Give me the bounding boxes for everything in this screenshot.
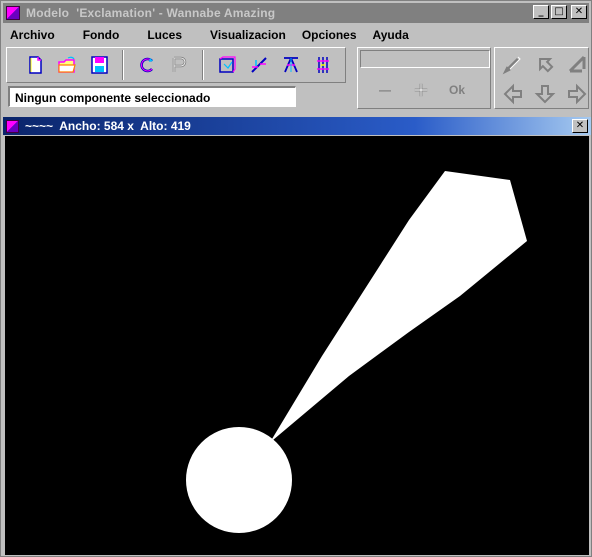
exclamation-dot-shape (186, 427, 292, 533)
file-tool-group (15, 50, 119, 80)
up-left-arrow-icon (502, 56, 521, 75)
selection-status-field: Ningun componente seleccionado (8, 86, 296, 107)
minus-button[interactable]: — (370, 80, 400, 100)
open-file-button[interactable] (53, 51, 81, 79)
move-toolbar (494, 47, 589, 109)
toolbar-separator (202, 50, 204, 80)
viewport-title-bar[interactable]: ~~~~ Ancho: 584 x Alto: 419 ✕ (3, 117, 591, 135)
right-arrow-icon (568, 83, 587, 105)
menu-ayuda[interactable]: Ayuda (365, 28, 417, 42)
plus-button[interactable] (406, 80, 436, 100)
measure-button[interactable] (245, 51, 273, 79)
title-bar[interactable]: Modelo 'Exclamation' - Wannabe Amazing _… (3, 3, 589, 23)
p-icon (172, 56, 187, 72)
move-up-button[interactable] (530, 50, 560, 78)
new-file-button[interactable] (21, 51, 49, 79)
edit-tool-group (207, 50, 343, 80)
render-canvas[interactable] (5, 136, 589, 555)
component-name-field[interactable] (360, 50, 490, 68)
rotate-c-icon (140, 57, 153, 73)
grid-button[interactable] (309, 51, 337, 79)
p-button[interactable] (165, 51, 193, 79)
box-button[interactable] (213, 51, 241, 79)
move-left-button[interactable] (498, 80, 528, 108)
open-folder-icon (58, 56, 76, 73)
menu-visualizacion[interactable]: Visualizacion (202, 28, 294, 42)
move-up-right-button[interactable] (562, 50, 592, 78)
menu-archivo[interactable]: Archivo (3, 28, 63, 42)
toolbar-separator (122, 50, 124, 80)
menu-bar: Archivo Fondo Luces Visualizacion Opcion… (3, 25, 589, 45)
menu-opciones[interactable]: Opciones (294, 28, 365, 42)
down-arrow-icon (534, 85, 556, 104)
save-disk-icon (91, 56, 108, 74)
main-toolbar (6, 47, 346, 83)
render-tool-group (127, 50, 199, 80)
exclamation-model (186, 171, 527, 533)
split-button[interactable] (277, 51, 305, 79)
menu-fondo[interactable]: Fondo (75, 28, 128, 42)
measure-icon (251, 57, 267, 73)
maximize-button[interactable]: □ (551, 5, 567, 19)
app-logo-icon (6, 6, 20, 20)
plus-icon (414, 83, 428, 97)
main-window: Modelo 'Exclamation' - Wannabe Amazing _… (0, 0, 592, 557)
move-down-button[interactable] (530, 80, 560, 108)
new-file-icon (29, 56, 42, 74)
left-arrow-icon (503, 83, 522, 105)
window-title: Modelo 'Exclamation' - Wannabe Amazing (26, 6, 276, 20)
viewport-close-button[interactable]: ✕ (572, 119, 588, 133)
move-up-left-button[interactable] (498, 50, 528, 78)
up-right-arrow-icon (568, 55, 586, 73)
box-icon (219, 56, 236, 73)
grid-icon (317, 57, 329, 73)
split-icon (284, 57, 298, 73)
minimize-button[interactable]: _ (533, 5, 549, 19)
ok-button[interactable]: Ok (442, 80, 472, 100)
save-file-button[interactable] (85, 51, 113, 79)
move-right-button[interactable] (562, 80, 592, 108)
refresh-button[interactable] (133, 51, 161, 79)
close-button[interactable]: ✕ (571, 5, 587, 19)
viewport-logo-icon (6, 119, 19, 133)
component-toolbar: — Ok (357, 47, 491, 109)
exclamation-bar-shape (269, 171, 527, 444)
viewport-title: ~~~~ Ancho: 584 x Alto: 419 (25, 119, 191, 133)
up-arrow-icon (539, 58, 554, 73)
viewport-window: ~~~~ Ancho: 584 x Alto: 419 ✕ (3, 117, 591, 556)
menu-luces[interactable]: Luces (139, 28, 190, 42)
